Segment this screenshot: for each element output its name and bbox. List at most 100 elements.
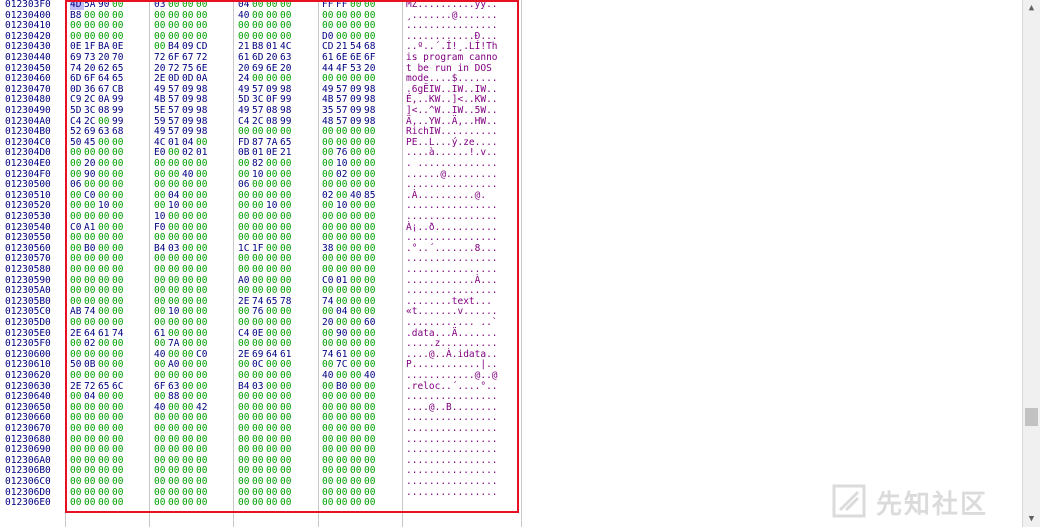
hex-byte[interactable]: 00 <box>182 254 196 264</box>
ascii-text[interactable]: ................ <box>406 434 498 445</box>
hex-byte[interactable]: 00 <box>84 254 98 264</box>
hex-byte[interactable]: 00 <box>182 296 196 307</box>
hex-byte[interactable]: 00 <box>112 265 126 275</box>
hex-byte[interactable]: 09 <box>182 84 196 95</box>
hex-byte[interactable]: 00 <box>280 254 294 264</box>
scroll-up-icon[interactable]: ▲ <box>1023 0 1040 16</box>
hex-byte[interactable]: 98 <box>364 95 378 105</box>
hex-byte[interactable]: 7A <box>168 339 182 349</box>
hex-byte[interactable]: 00 <box>98 137 112 148</box>
hex-byte[interactable]: 40 <box>154 349 168 360</box>
hex-byte[interactable]: 00 <box>364 254 378 264</box>
hex-byte[interactable]: 99 <box>112 116 126 127</box>
hex-byte[interactable]: 20 <box>84 63 98 74</box>
hex-byte[interactable]: 00 <box>322 21 336 31</box>
hex-byte[interactable]: 00 <box>70 201 84 211</box>
hex-byte[interactable]: 00 <box>266 466 280 476</box>
ascii-text[interactable]: ....@..B........ <box>406 402 498 413</box>
hex-byte[interactable]: 00 <box>168 413 182 423</box>
hex-byte[interactable]: 00 <box>266 74 280 84</box>
hex-byte[interactable]: 6D <box>252 53 266 63</box>
hex-byte[interactable]: 00 <box>364 127 378 137</box>
hex-byte[interactable]: 0E <box>266 148 280 158</box>
hex-byte[interactable]: 00 <box>112 286 126 296</box>
hex-byte[interactable]: 57 <box>168 116 182 127</box>
hex-byte[interactable]: 00 <box>280 265 294 275</box>
hex-dump-view[interactable]: 012303F0 4D 5A 90 00 03 00 00 00 04 00 00 00 FF FF 00 00… <box>0 0 1022 527</box>
ascii-text[interactable]: É,..KW..]<..KW.. <box>406 95 498 105</box>
hex-byte[interactable]: 00 <box>266 212 280 222</box>
hex-byte[interactable]: 00 <box>364 137 378 148</box>
hex-byte[interactable]: 00 <box>322 381 336 392</box>
hex-byte[interactable]: 00 <box>182 233 196 243</box>
hex-byte[interactable]: 00 <box>266 10 280 21</box>
hex-byte[interactable]: 00 <box>280 381 294 392</box>
hex-byte[interactable]: 00 <box>252 21 266 31</box>
hex-byte[interactable]: 09 <box>350 84 364 95</box>
hex-byte[interactable]: 09 <box>182 116 196 127</box>
hex-byte[interactable]: 65 <box>98 381 112 392</box>
hex-byte[interactable]: 00 <box>350 402 364 413</box>
hex-byte[interactable]: 00 <box>154 10 168 21</box>
hex-byte[interactable]: 00 <box>238 159 252 169</box>
hex-byte[interactable]: 00 <box>350 286 364 296</box>
hex-byte[interactable]: 00 <box>112 466 126 476</box>
hex-byte[interactable]: 03 <box>252 381 266 392</box>
ascii-text[interactable]: ¸.......@....... <box>406 10 498 21</box>
hex-byte[interactable]: 08 <box>266 116 280 127</box>
hex-byte[interactable]: 00 <box>70 212 84 222</box>
hex-byte[interactable]: 00 <box>70 487 84 498</box>
ascii-text[interactable]: .°..´.......8... <box>406 243 498 254</box>
hex-byte[interactable]: 00 <box>84 402 98 413</box>
hex-byte[interactable]: 6F <box>84 74 98 84</box>
hex-byte[interactable]: 00 <box>350 254 364 264</box>
hex-byte[interactable]: 09 <box>182 127 196 137</box>
hex-byte[interactable]: 00 <box>322 466 336 476</box>
hex-byte[interactable]: 36 <box>84 84 98 95</box>
hex-byte[interactable]: 08 <box>98 106 112 116</box>
hex-byte[interactable]: 00 <box>112 21 126 31</box>
hex-byte[interactable]: 64 <box>266 349 280 360</box>
hex-byte[interactable]: 06 <box>238 180 252 190</box>
hex-byte[interactable]: 00 <box>336 413 350 423</box>
hex-byte[interactable]: 00 <box>350 296 364 307</box>
hex-byte[interactable]: 98 <box>196 95 210 105</box>
hex-byte[interactable]: 00 <box>336 233 350 243</box>
hex-byte[interactable]: 87 <box>252 137 266 148</box>
hex-byte[interactable]: 10 <box>266 201 280 211</box>
hex-byte[interactable]: 00 <box>70 233 84 243</box>
hex-byte[interactable]: D0 <box>322 31 336 42</box>
hex-byte[interactable]: 00 <box>252 233 266 243</box>
hex-byte[interactable]: 00 <box>154 413 168 423</box>
hex-byte[interactable]: 00 <box>196 180 210 190</box>
hex-byte[interactable]: 00 <box>112 498 126 508</box>
hex-byte[interactable]: 00 <box>238 21 252 31</box>
hex-byte[interactable]: 00 <box>266 445 280 455</box>
hex-byte[interactable]: 00 <box>336 180 350 190</box>
hex-byte[interactable]: 00 <box>70 169 84 180</box>
hex-byte[interactable]: AB <box>70 307 84 317</box>
ascii-text[interactable]: ................ <box>406 424 498 434</box>
hex-byte[interactable]: 00 <box>196 254 210 264</box>
hex-byte[interactable]: 00 <box>266 0 280 10</box>
hex-byte[interactable]: 00 <box>168 265 182 275</box>
ascii-text[interactable]: .reloc..´....°.. <box>406 381 498 392</box>
hex-byte[interactable]: 00 <box>154 445 168 455</box>
hex-byte[interactable]: 00 <box>182 349 196 360</box>
ascii-text[interactable]: ............À... <box>406 275 498 286</box>
hex-byte[interactable]: 00 <box>238 498 252 508</box>
hex-byte[interactable]: 00 <box>98 148 112 158</box>
hex-byte[interactable]: 00 <box>112 487 126 498</box>
hex-byte[interactable]: 00 <box>238 286 252 296</box>
hex-byte[interactable]: 00 <box>238 371 252 381</box>
hex-byte[interactable]: 00 <box>98 349 112 360</box>
hex-byte[interactable]: 00 <box>364 392 378 402</box>
hex-byte[interactable]: 61 <box>322 53 336 63</box>
hex-byte[interactable]: 65 <box>112 63 126 74</box>
hex-byte[interactable]: 4D <box>70 0 84 10</box>
hex-byte[interactable]: 00 <box>322 137 336 148</box>
hex-byte[interactable]: 00 <box>98 413 112 423</box>
hex-byte[interactable]: 00 <box>168 455 182 466</box>
hex-byte[interactable]: 00 <box>350 137 364 148</box>
hex-byte[interactable]: 00 <box>182 371 196 381</box>
